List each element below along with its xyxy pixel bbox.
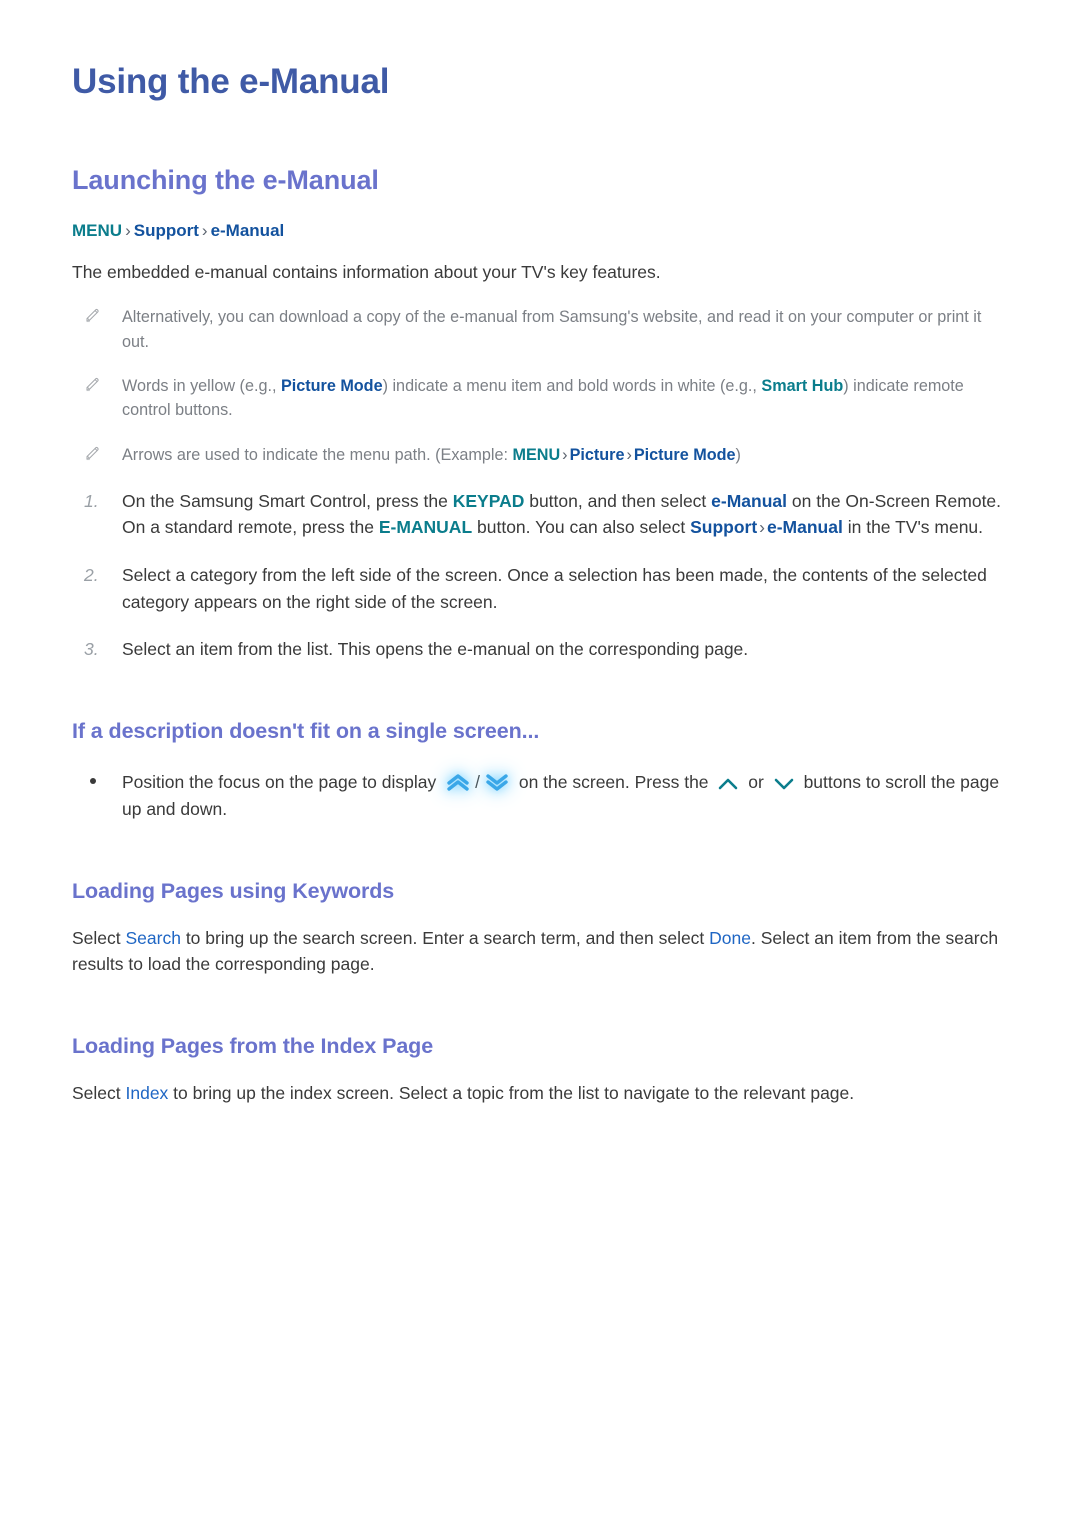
text-part: Select [72, 1082, 126, 1103]
keyword-picture: Picture [569, 445, 625, 464]
intro-paragraph: The embedded e-manual contains informati… [72, 261, 661, 282]
step-number: 2. [84, 565, 99, 585]
keyword-smart-hub: Smart Hub [761, 376, 844, 395]
menu-path-separator: › [125, 220, 131, 240]
path-separator: › [562, 445, 568, 464]
keyword-emanual-button: E-MANUAL [378, 517, 473, 538]
menu-path-item-menu: MENU [72, 220, 123, 240]
text-part: to bring up the index screen. Select a t… [168, 1082, 855, 1103]
step-text-part: button, and then select [524, 490, 712, 511]
keyword-keypad: KEYPAD [452, 490, 525, 511]
double-chevron-down-icon [486, 773, 508, 791]
menu-path-breadcrumb: MENU › Support › e-Manual [72, 197, 1008, 242]
note-item: Alternatively, you can download a copy o… [72, 285, 1008, 354]
bullet-dot [90, 777, 96, 784]
bullet-text-part: on the screen. Press the [513, 771, 714, 792]
keyword-done: Done [709, 927, 752, 948]
step-text-part: button. You can also select [472, 517, 691, 538]
steps-list: 1. On the Samsung Smart Control, press t… [72, 467, 1008, 663]
double-chevron-up-icon [447, 773, 469, 791]
bullet-text-part: or [743, 771, 769, 792]
step-item: 1. On the Samsung Smart Control, press t… [72, 467, 1008, 541]
path-separator: › [759, 517, 765, 538]
step-text: Select an item from the list. This opens… [122, 639, 749, 660]
note-text-part: Arrows are used to indicate the menu pat… [122, 445, 513, 464]
bullet-item: Position the focus on the page to displa… [72, 745, 1008, 823]
menu-path-separator: › [201, 220, 208, 240]
slash-separator: / [475, 771, 480, 792]
index-paragraph: Select Index to bring up the index scree… [72, 1060, 1008, 1107]
section-heading-fit: If a description doesn't fit on a single… [72, 718, 540, 743]
section-heading-launching: Launching the e-Manual [72, 165, 379, 196]
keyword-emanual: e-Manual [711, 490, 788, 511]
path-separator: › [626, 445, 632, 464]
page-title: Using the e-Manual [72, 62, 390, 101]
step-item: 3. Select an item from the list. This op… [72, 615, 1008, 663]
pencil-icon [86, 446, 99, 460]
menu-path-item-support: Support [133, 220, 199, 240]
menu-path-item-emanual: e-Manual [210, 220, 285, 240]
bullet-list: Position the focus on the page to displa… [72, 745, 1008, 823]
note-text-part: Words in yellow (e.g., [122, 376, 281, 395]
keyword-search: Search [125, 927, 181, 948]
step-text: Select a category from the left side of … [122, 565, 987, 612]
note-text-part: ) indicate a menu item and bold words in… [382, 376, 762, 395]
note-text: Alternatively, you can download a copy o… [122, 308, 982, 351]
keyword-index: Index [125, 1082, 169, 1103]
section-heading-index: Loading Pages from the Index Page [72, 1033, 434, 1058]
step-number: 3. [84, 639, 99, 660]
keywords-paragraph: Select Search to bring up the search scr… [72, 905, 1008, 978]
section-heading-keywords: Loading Pages using Keywords [72, 878, 395, 903]
pencil-icon [86, 377, 99, 391]
text-part: Select [72, 927, 126, 948]
bullet-text-part: Position the focus on the page to displa… [122, 771, 442, 792]
keyword-support: Support [690, 517, 758, 538]
pencil-icon [86, 309, 99, 323]
step-item: 2. Select a category from the left side … [72, 541, 1008, 615]
step-text-part: On the Samsung Smart Control, press the [122, 490, 453, 511]
keyword-picture-mode: Picture Mode [633, 445, 736, 464]
step-number: 1. [84, 490, 99, 511]
chevron-up-icon [719, 778, 738, 789]
keyword-menu: MENU [512, 445, 561, 464]
note-item: Arrows are used to indicate the menu pat… [72, 423, 1008, 467]
document-page: Using the e-Manual Launching the e-Manua… [0, 0, 1080, 1527]
keyword-emanual: e-Manual [767, 517, 843, 538]
note-item: Words in yellow (e.g., Picture Mode) ind… [72, 354, 1008, 423]
keyword-picture-mode: Picture Mode [280, 376, 383, 395]
text-part: to bring up the search screen. Enter a s… [180, 927, 710, 948]
chevron-down-icon [774, 778, 794, 789]
step-text-part: in the TV's menu. [842, 517, 984, 538]
note-text-part: ) [735, 445, 741, 464]
